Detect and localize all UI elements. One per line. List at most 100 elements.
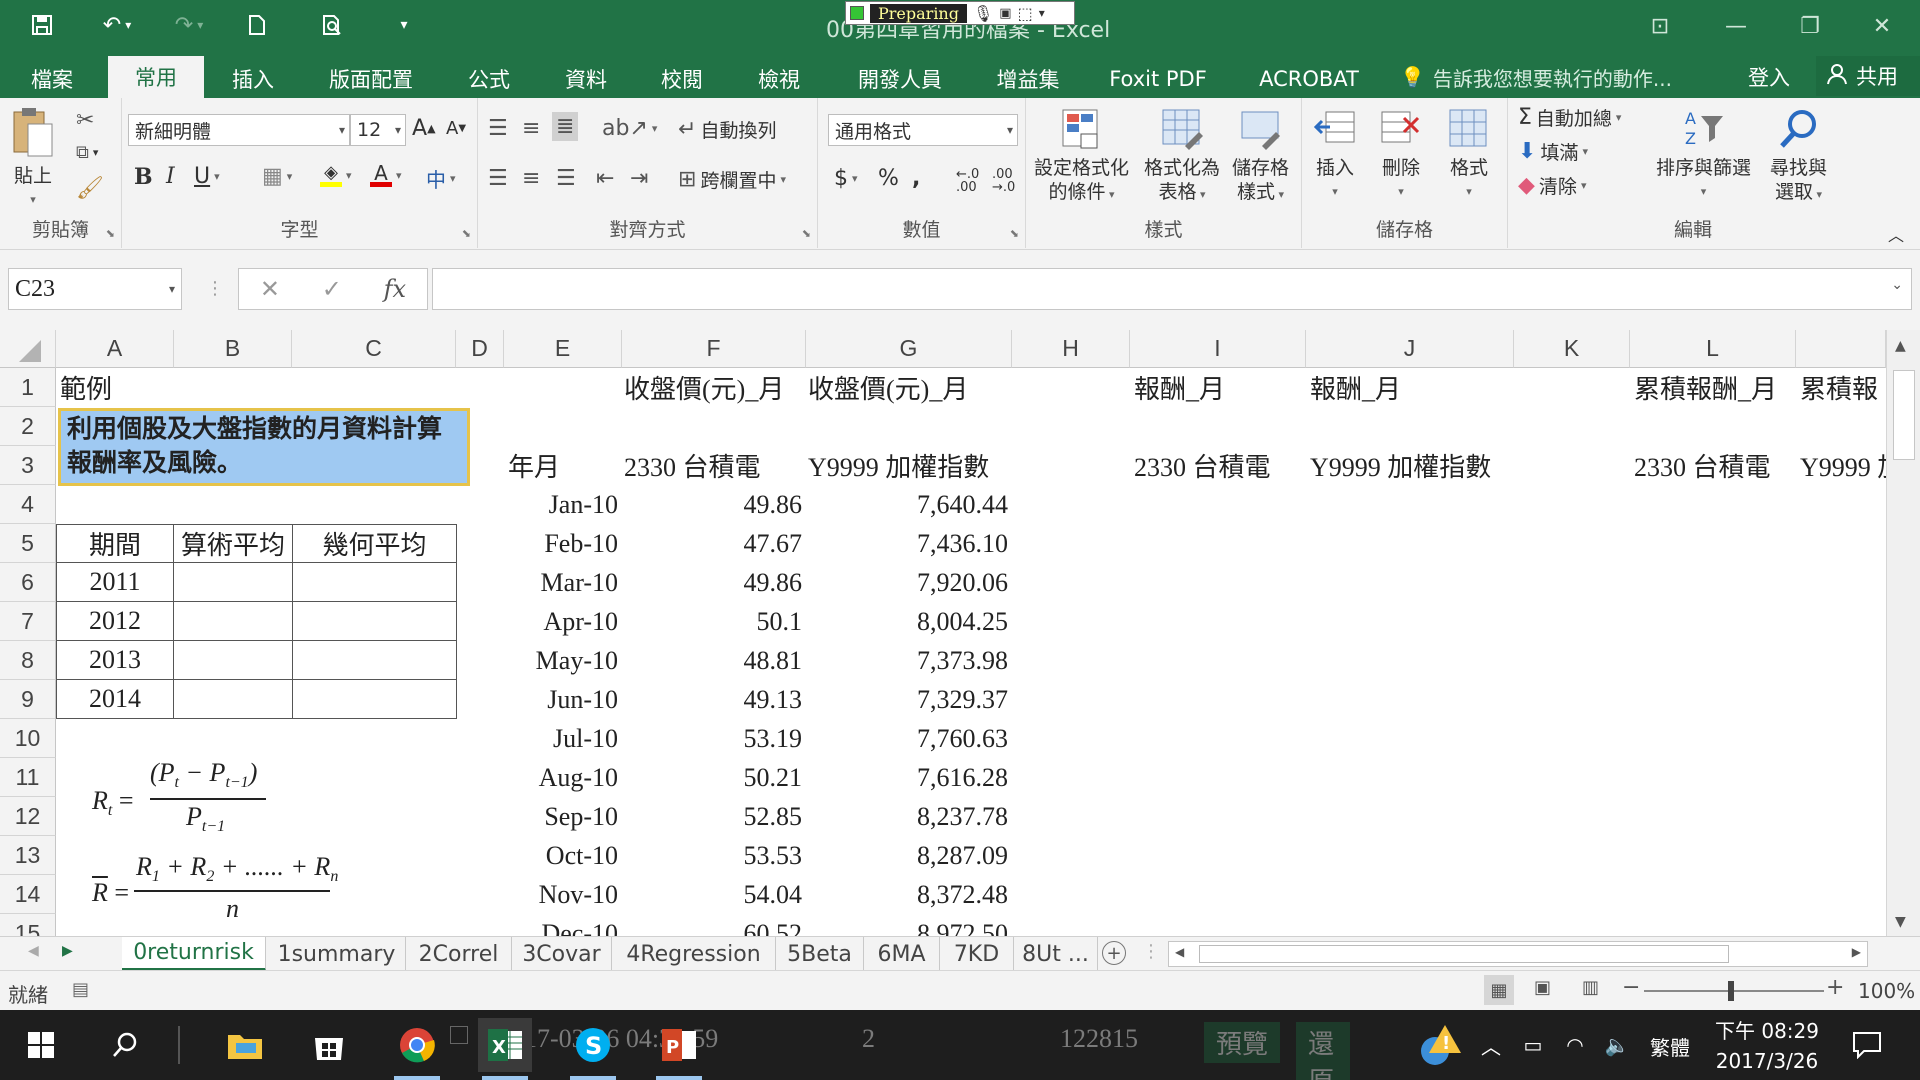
cell-index-value[interactable]: 7,640.44 (806, 485, 1008, 524)
table-cell[interactable] (173, 562, 293, 602)
table-row-year[interactable]: 2011 (56, 562, 174, 602)
cell-l1[interactable]: 累積報酬_月 (1634, 368, 1777, 407)
column-header-m[interactable] (1796, 330, 1886, 368)
cell-month[interactable]: Jul-10 (504, 719, 618, 758)
cell-tsmc-price[interactable]: 54.04 (622, 875, 803, 914)
cell-tsmc-price[interactable]: 53.19 (622, 719, 803, 758)
cell-tsmc-price[interactable]: 53.53 (622, 836, 803, 875)
cell-index-value[interactable]: 7,920.06 (806, 563, 1008, 602)
cell-month[interactable]: Jun-10 (504, 680, 618, 719)
row-header-8[interactable]: 8 (0, 641, 56, 680)
table-cell[interactable] (173, 601, 293, 641)
insert-cells-button[interactable]: 插入 ▾ (1312, 106, 1358, 204)
sheet-tab-0returnrisk[interactable]: 0returnrisk (122, 937, 266, 971)
copy-icon[interactable]: ⧉ ▾ (76, 142, 98, 163)
cell-month[interactable]: Oct-10 (504, 836, 618, 875)
align-left-icon[interactable]: ☰ (488, 166, 508, 191)
file-explorer-icon[interactable] (218, 1018, 272, 1072)
fill-button[interactable]: ⬇ 填滿 ▾ (1518, 138, 1588, 165)
vertical-scrollbar[interactable]: ▲ ▼ (1886, 330, 1920, 936)
cell-i1[interactable]: 報酬_月 (1134, 368, 1225, 407)
tab-splitter-icon[interactable]: ⋮ (1142, 941, 1160, 962)
clear-button[interactable]: ◆ 清除 ▾ (1518, 172, 1586, 199)
percent-icon[interactable]: % (878, 166, 899, 191)
sheet-tab-3covar[interactable]: 3Covar (512, 937, 612, 971)
tab-addins[interactable]: 增益集 (990, 60, 1066, 98)
currency-icon[interactable]: $ ▾ (834, 166, 858, 191)
skype-icon[interactable]: S (566, 1018, 620, 1080)
table-header-geometric-mean[interactable]: 幾何平均 (292, 524, 457, 563)
worksheet-grid[interactable]: A B C D E F G H I J K L 1 2 3 4 5 6 7 8 … (0, 330, 1886, 936)
normal-view-icon[interactable]: ▦ (1484, 975, 1514, 1005)
fill-color-icon[interactable]: ◈ ▾ (320, 164, 352, 187)
cell-f1[interactable]: 收盤價(元)_月 (624, 368, 784, 407)
row-header-4[interactable]: 4 (0, 485, 56, 524)
column-header-c[interactable]: C (292, 330, 456, 368)
tab-page-layout[interactable]: 版面配置 (320, 60, 422, 98)
borders-icon[interactable]: ▦ ▾ (262, 164, 292, 189)
format-as-table-button[interactable]: 格式化為 表格 ▾ (1144, 106, 1220, 207)
close-icon[interactable]: ✕ (1852, 8, 1912, 44)
row-header-9[interactable]: 9 (0, 680, 56, 719)
zoom-level[interactable]: 100% (1858, 979, 1915, 1003)
paste-button[interactable]: 貼上 ▾ (10, 106, 56, 212)
column-header-e[interactable]: E (504, 330, 622, 368)
column-header-a[interactable]: A (56, 330, 174, 368)
zoom-slider-thumb[interactable] (1728, 981, 1734, 1001)
row-header-7[interactable]: 7 (0, 602, 56, 641)
cell-a1[interactable]: 範例 (60, 368, 112, 407)
cell-index-value[interactable]: 7,373.98 (806, 641, 1008, 680)
comma-icon[interactable]: , (912, 166, 920, 191)
sheet-tab-1summary[interactable]: 1summary (268, 937, 406, 971)
cell-index-value[interactable]: 7,329.37 (806, 680, 1008, 719)
mean-return-formula[interactable]: R = R1 + R2 + ...... + Rn n (92, 852, 342, 932)
formula-input[interactable]: ⌄ (432, 268, 1912, 310)
page-layout-view-icon[interactable]: ▣ (1534, 977, 1551, 998)
save-icon[interactable] (22, 10, 62, 40)
tab-foxit-pdf[interactable]: Foxit PDF (1108, 60, 1208, 98)
cut-icon[interactable]: ✂ (76, 108, 94, 133)
sheet-tab-more[interactable]: 8Ut ... (1014, 937, 1098, 971)
cell-l3[interactable]: 2330 台積電 (1634, 446, 1771, 485)
cell-tsmc-price[interactable]: 49.86 (622, 485, 803, 524)
sign-in-link[interactable]: 登入 (1748, 60, 1790, 94)
clock[interactable]: 下午 08:29 2017/3/26 (1712, 1016, 1822, 1076)
format-cells-button[interactable]: 格式 ▾ (1446, 106, 1492, 204)
row-header-14[interactable]: 14 (0, 875, 56, 914)
insert-function-icon[interactable]: fx (384, 275, 406, 303)
customize-qat-icon[interactable]: ▾ (392, 10, 416, 40)
cell-index-value[interactable]: 8,287.09 (806, 836, 1008, 875)
tab-formulas[interactable]: 公式 (462, 60, 516, 98)
recorder-menu-icon[interactable]: ▾ (1039, 6, 1045, 20)
autosum-button[interactable]: Σ 自動加總 ▾ (1518, 104, 1621, 131)
sort-filter-button[interactable]: AZ 排序與篩選 ▾ (1656, 106, 1751, 204)
tab-view[interactable]: 檢視 (752, 60, 806, 98)
name-box-dropdown-icon[interactable]: ▾ (169, 282, 175, 297)
wrap-text-button[interactable]: ↵ 自動換列 (678, 116, 776, 143)
row-header-13[interactable]: 13 (0, 836, 56, 875)
redo-icon[interactable]: ↷ ▾ (164, 10, 214, 40)
sheet-tab-2correl[interactable]: 2Correl (406, 937, 512, 971)
tab-data[interactable]: 資料 (560, 60, 612, 98)
alignment-launcher-icon[interactable]: ⬊ (802, 227, 811, 240)
align-center-icon[interactable]: ≡ (522, 166, 540, 191)
zoom-in-icon[interactable]: + (1826, 975, 1844, 1000)
increase-indent-icon[interactable]: ⇥ (630, 166, 648, 191)
table-cell[interactable] (292, 601, 457, 641)
cell-index-value[interactable]: 7,760.63 (806, 719, 1008, 758)
scroll-right-icon[interactable]: ▶ (1852, 945, 1861, 959)
table-row-year[interactable]: 2014 (56, 679, 174, 719)
column-header-f[interactable]: F (622, 330, 806, 368)
zoom-slider[interactable] (1644, 990, 1824, 992)
row-header-11[interactable]: 11 (0, 758, 56, 797)
zoom-out-icon[interactable]: − (1622, 975, 1640, 1000)
table-cell[interactable] (292, 679, 457, 719)
cell-index-value[interactable]: 7,436.10 (806, 524, 1008, 563)
scroll-down-icon[interactable]: ▼ (1895, 914, 1906, 930)
column-header-b[interactable]: B (174, 330, 292, 368)
row-header-1[interactable]: 1 (0, 368, 56, 407)
font-launcher-icon[interactable]: ⬊ (462, 227, 471, 240)
orientation-icon[interactable]: ab↗ ▾ (602, 116, 657, 141)
scroll-up-icon[interactable]: ▲ (1895, 338, 1906, 354)
cell-month[interactable]: Nov-10 (504, 875, 618, 914)
